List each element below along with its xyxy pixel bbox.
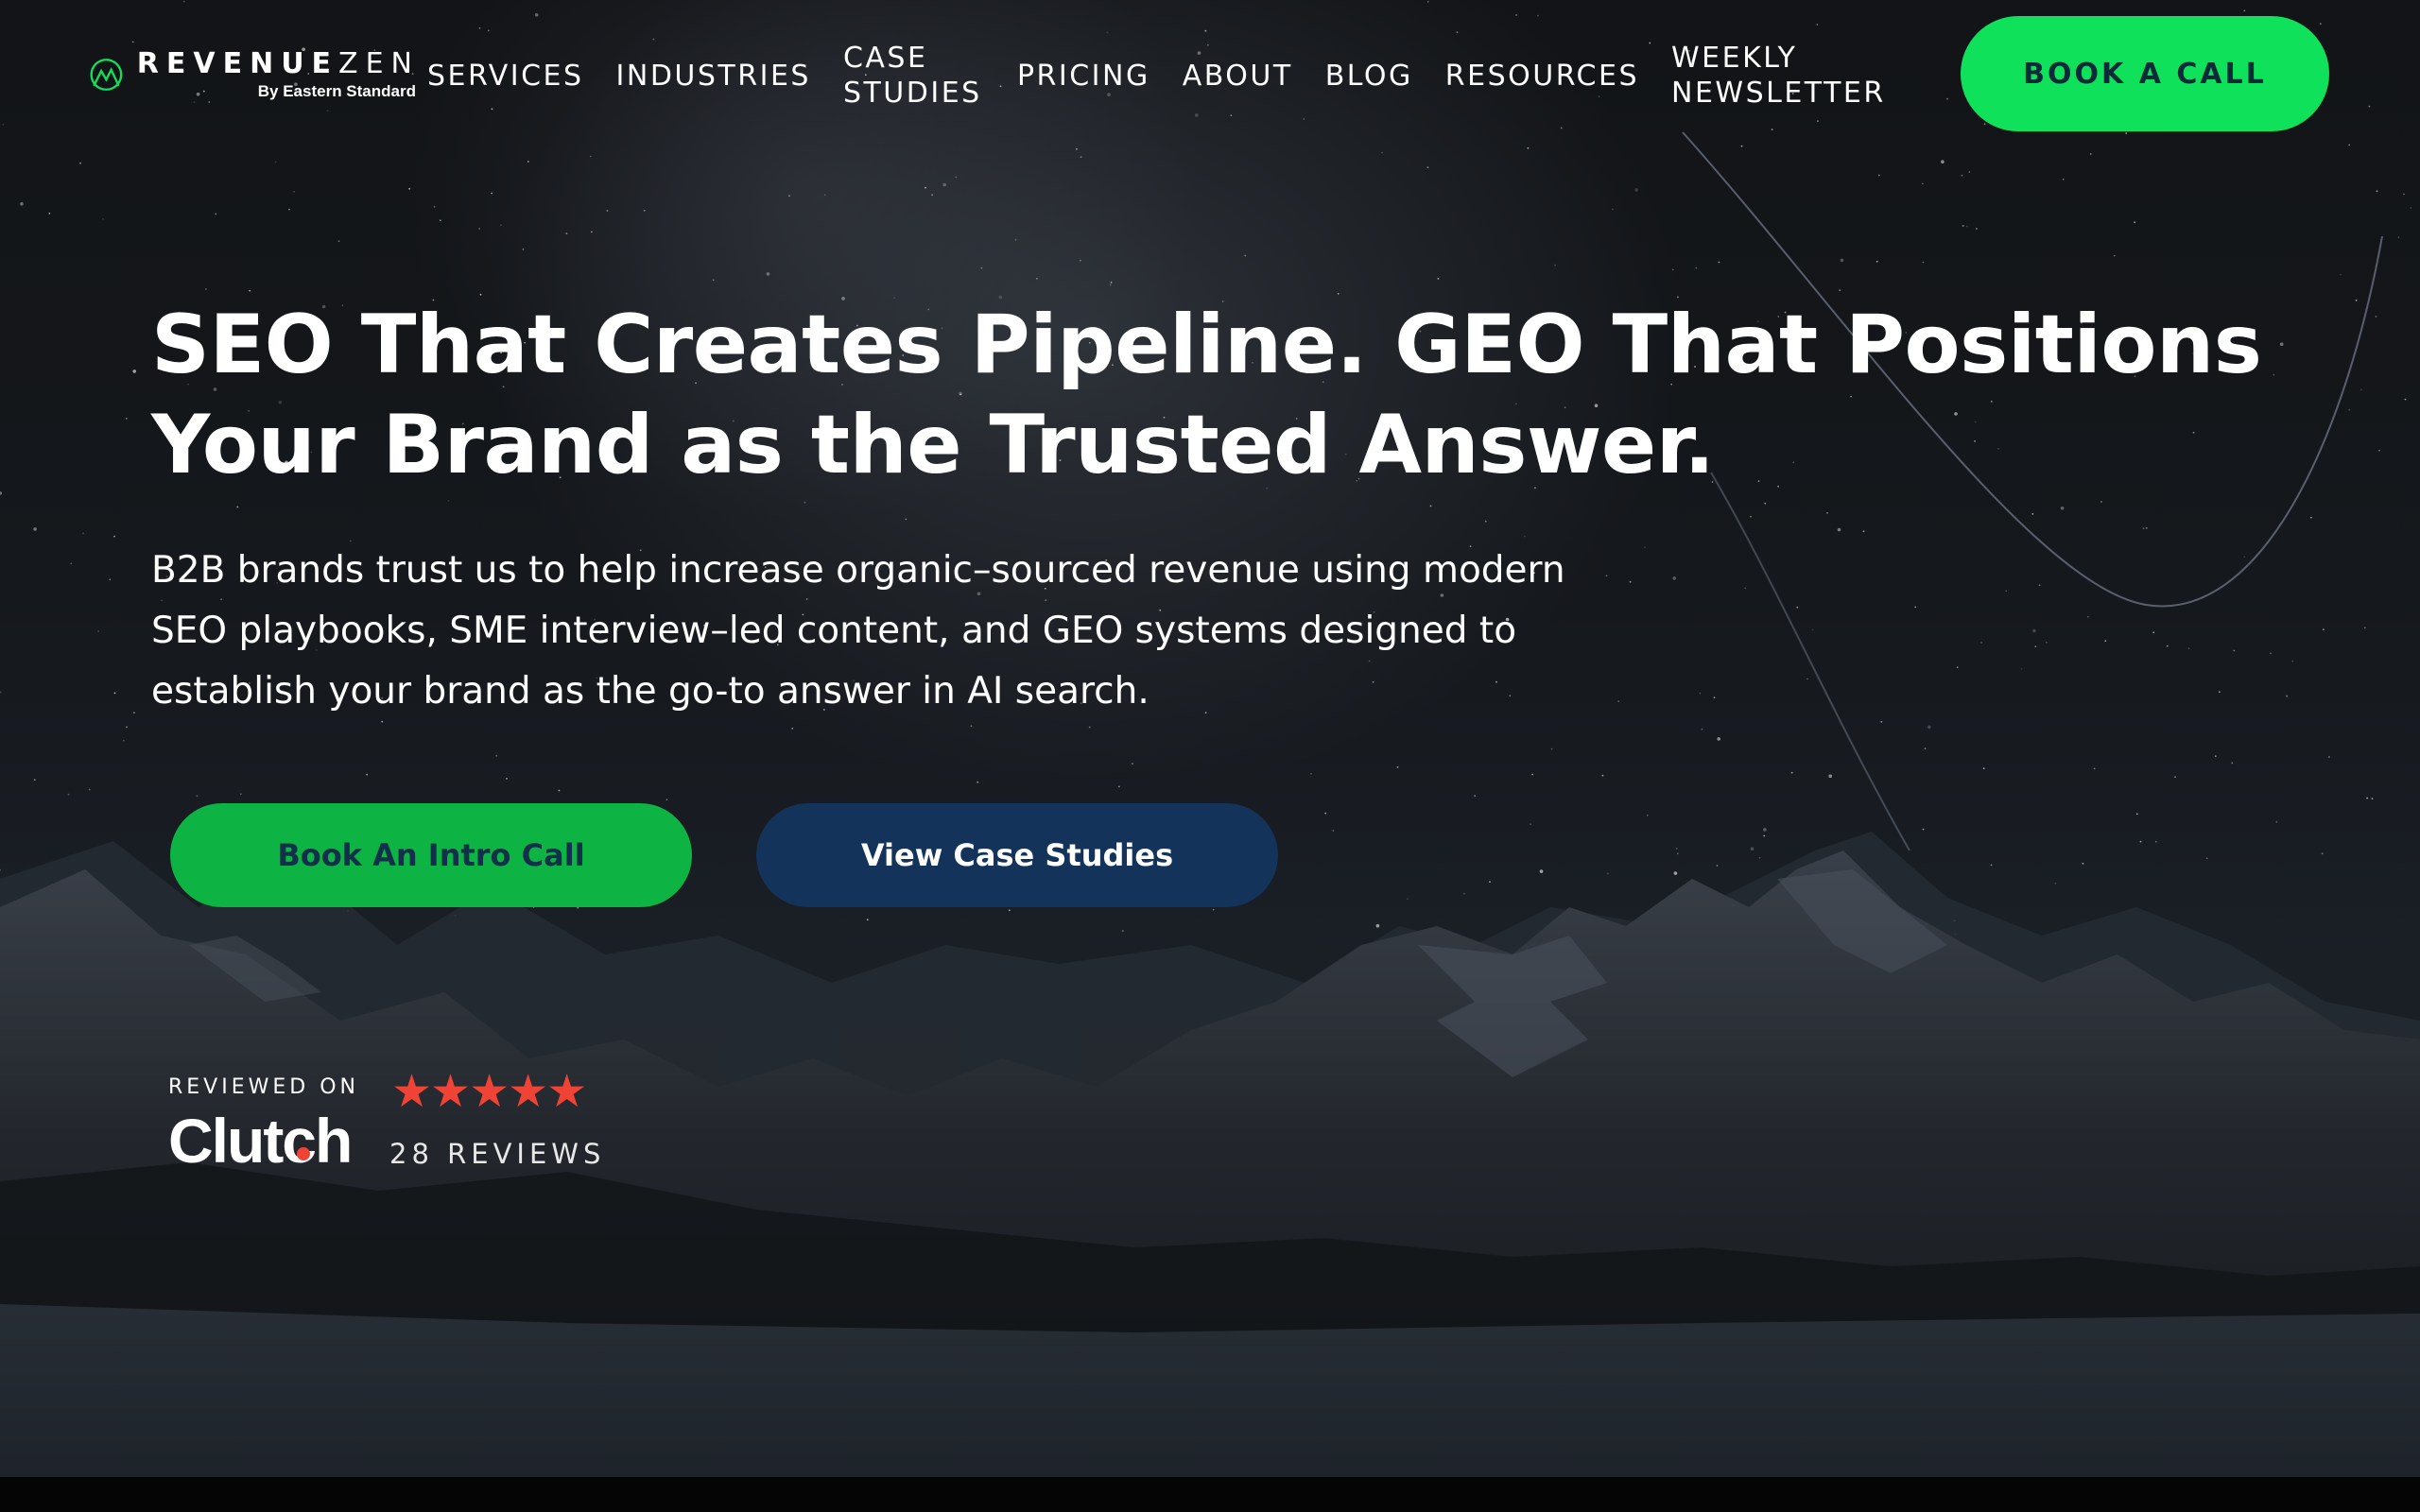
nav-item-weekly-newsletter[interactable]: WEEKLY NEWSLETTER xyxy=(1671,41,1898,111)
nav-item-services[interactable]: SERVICES xyxy=(427,59,584,94)
rating-stars: ★ ★ ★ ★ ★ xyxy=(391,1065,588,1118)
brand-tagline: By Eastern Standard xyxy=(257,82,416,100)
star-icon: ★ xyxy=(508,1065,549,1118)
nav-item-about[interactable]: ABOUT xyxy=(1183,59,1293,94)
star-icon: ★ xyxy=(430,1065,472,1118)
hero-headline: SEO That Creates Pipeline. GEO That Posi… xyxy=(151,298,2262,492)
star-icon: ★ xyxy=(469,1065,510,1118)
brand-name-bold: REVENUE xyxy=(136,47,339,80)
hero-subtext: B2B brands trust us to help increase org… xyxy=(151,549,1565,713)
mountain-background xyxy=(0,131,2420,1477)
book-a-call-button[interactable]: BOOK A CALL xyxy=(1961,16,2329,131)
view-case-studies-button[interactable]: View Case Studies xyxy=(756,803,1278,907)
top-navigation: REVENUEZEN By Eastern Standard SERVICES … xyxy=(0,0,2420,151)
brand-name-light: ZEN xyxy=(338,47,420,80)
reviewed-on-label: REVIEWED ON xyxy=(168,1075,359,1099)
mountain-circle-icon xyxy=(90,59,123,91)
nav-item-resources[interactable]: RESOURCES xyxy=(1445,59,1639,94)
book-intro-call-button[interactable]: Book An Intro Call xyxy=(170,803,692,907)
nav-links: SERVICES INDUSTRIES CASE STUDIES PRICING… xyxy=(427,0,1930,151)
clutch-logo-dot xyxy=(297,1147,310,1160)
review-count: 28 REVIEWS xyxy=(389,1138,606,1170)
star-icon: ★ xyxy=(546,1065,588,1118)
bottom-bar xyxy=(0,1477,2420,1512)
hero-section xyxy=(0,0,2420,1477)
nav-item-industries[interactable]: INDUSTRIES xyxy=(616,59,811,94)
clutch-review-badge[interactable]: REVIEWED ON Clutch ★ ★ ★ ★ ★ 28 REVIEWS xyxy=(168,1068,622,1181)
clutch-logo: Clutch xyxy=(168,1106,353,1176)
brand-logo[interactable]: REVENUEZEN By Eastern Standard xyxy=(89,42,420,108)
nav-item-blog[interactable]: BLOG xyxy=(1325,59,1413,94)
star-icon: ★ xyxy=(391,1065,433,1118)
brand-wordmark: REVENUEZEN By Eastern Standard xyxy=(137,48,420,101)
nav-item-case-studies[interactable]: CASE STUDIES xyxy=(843,41,985,111)
nav-item-pricing[interactable]: PRICING xyxy=(1017,59,1150,94)
brand-name: REVENUEZEN xyxy=(137,48,420,80)
